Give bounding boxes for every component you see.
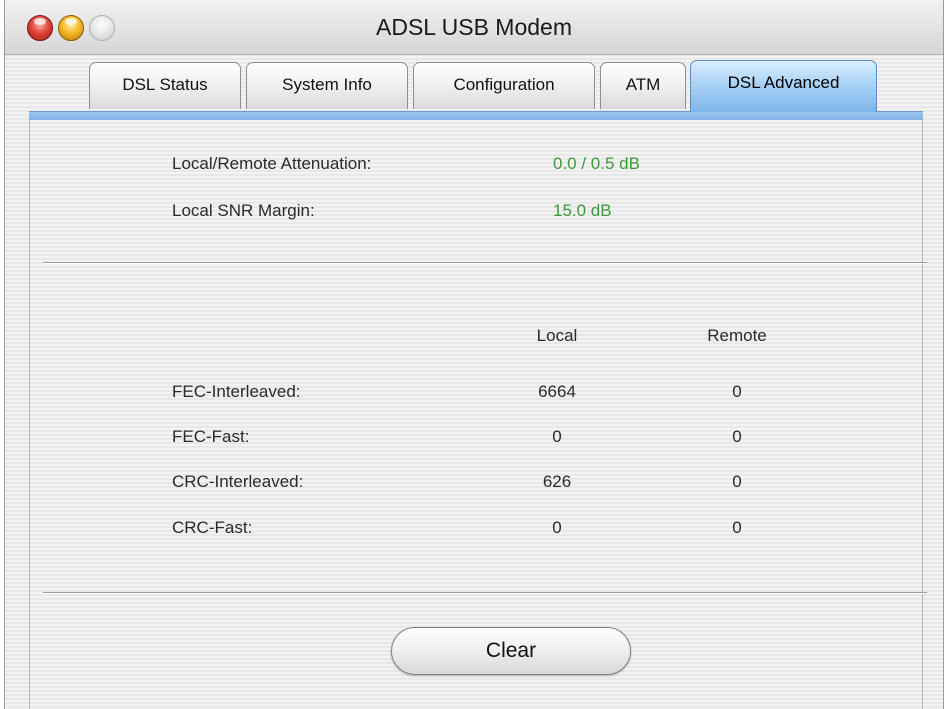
snr-margin-value: 15.0 dB — [553, 201, 612, 220]
local-crc-interleaved: 626 — [542, 472, 572, 491]
row-label-crc-interleaved: CRC-Interleaved: — [172, 472, 304, 491]
app-window: ADSL USB Modem DSL Status System Info Co… — [4, 0, 944, 709]
local-fec-interleaved: 6664 — [538, 382, 576, 401]
separator-top — [43, 262, 927, 264]
row-label-fec-interleaved: FEC-Interleaved: — [172, 382, 301, 401]
tab-system-info[interactable]: System Info — [246, 62, 408, 109]
tab-dsl-advanced[interactable]: DSL Advanced — [690, 60, 877, 112]
row-label-crc-fast: CRC-Fast: — [172, 518, 253, 537]
tab-bar: DSL Status System Info Configuration ATM… — [5, 54, 943, 112]
attenuation-value: 0.0 / 0.5 dB — [553, 154, 640, 173]
separator-bottom — [43, 592, 927, 594]
tab-panel — [29, 119, 923, 709]
snr-margin-label: Local SNR Margin: — [172, 201, 315, 220]
remote-fec-fast: 0 — [732, 427, 742, 446]
window-title: ADSL USB Modem — [376, 14, 572, 40]
title-bar[interactable]: ADSL USB Modem — [5, 0, 943, 55]
remote-crc-interleaved: 0 — [732, 472, 742, 491]
attenuation-label: Local/Remote Attenuation: — [172, 154, 372, 173]
clear-button[interactable]: Clear — [391, 627, 631, 675]
local-crc-fast: 0 — [552, 518, 562, 537]
tab-dsl-status[interactable]: DSL Status — [89, 62, 241, 109]
tab-atm[interactable]: ATM — [600, 62, 686, 109]
remote-crc-fast: 0 — [732, 518, 742, 537]
row-label-fec-fast: FEC-Fast: — [172, 427, 250, 446]
tab-configuration[interactable]: Configuration — [413, 62, 595, 109]
column-header-remote: Remote — [707, 326, 767, 345]
column-header-local: Local — [536, 326, 578, 345]
remote-fec-interleaved: 0 — [732, 382, 742, 401]
local-fec-fast: 0 — [552, 427, 562, 446]
